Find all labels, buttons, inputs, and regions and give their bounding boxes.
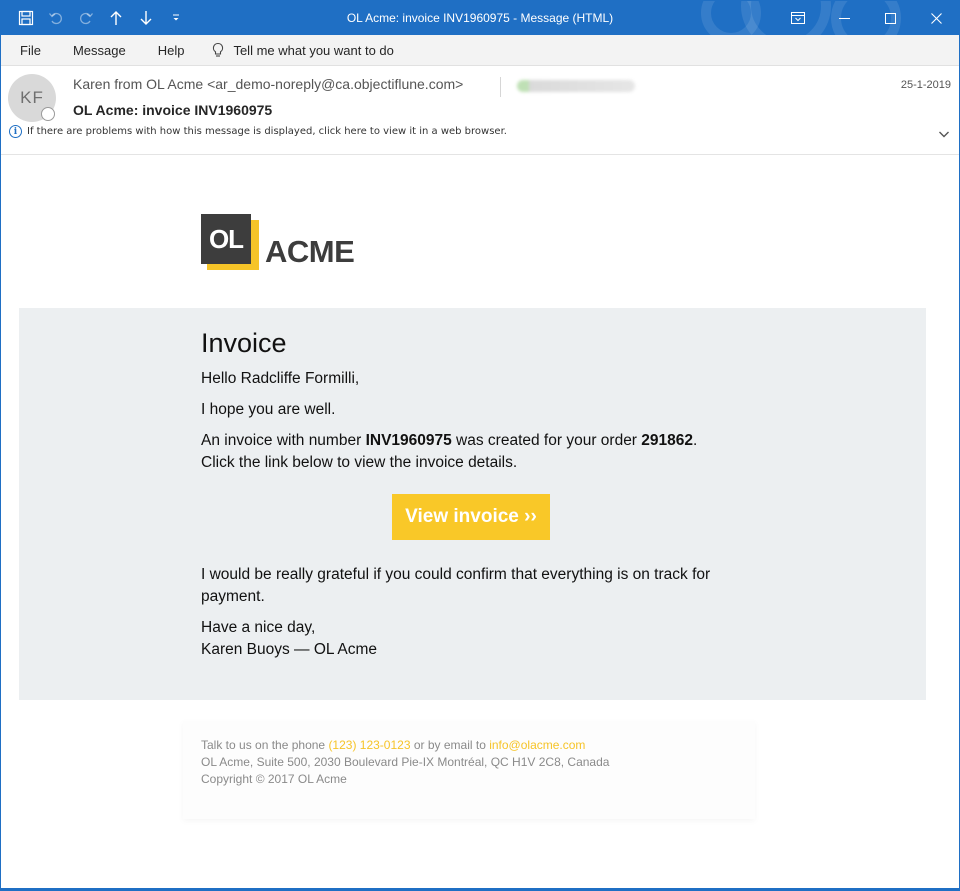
invoice-info-post: .	[693, 432, 698, 449]
logo-accent-vertical	[251, 220, 259, 270]
invoice-content: Invoice Hello Radcliffe Formilli, I hope…	[201, 326, 741, 670]
ol-acme-logo: OL ACME	[201, 214, 361, 272]
sender-name[interactable]: Karen from OL Acme <ar_demo-noreply@ca.o…	[73, 76, 463, 92]
grateful-line: I would be really grateful if you could …	[201, 566, 711, 605]
redo-icon	[80, 12, 93, 25]
next-item-button[interactable]	[131, 1, 161, 35]
info-icon: i	[9, 125, 22, 138]
info-bar-text: If there are problems with how this mess…	[27, 126, 507, 137]
customize-toolbar-button[interactable]	[161, 1, 191, 35]
info-bar[interactable]: i If there are problems with how this me…	[9, 125, 507, 138]
recipient-blurred[interactable]	[517, 80, 635, 92]
tell-me-search[interactable]: Tell me what you want to do	[211, 35, 394, 66]
title-bar: OL Acme: invoice INV1960975 - Message (H…	[1, 1, 959, 35]
footer-contact: Talk to us on the phone (123) 123-0123 o…	[201, 737, 755, 754]
received-date: 25-1-2019	[900, 79, 951, 91]
minimize-button[interactable]	[821, 1, 867, 35]
tell-me-label: Tell me what you want to do	[233, 42, 394, 58]
chevron-down-icon[interactable]	[937, 127, 951, 141]
quick-access-toolbar	[11, 1, 191, 35]
close-icon	[930, 12, 942, 24]
closing-line: Have a nice day,	[201, 619, 316, 636]
undo-button[interactable]	[41, 1, 71, 35]
redo-button[interactable]	[71, 1, 101, 35]
invoice-link-instructions: Click the link below to view the invoice…	[201, 454, 518, 471]
undo-icon	[49, 12, 62, 25]
invoice-info-pre: An invoice with number	[201, 432, 366, 449]
invoice-panel: Invoice Hello Radcliffe Formilli, I hope…	[19, 308, 926, 700]
logo-box: OL	[201, 214, 251, 264]
window-controls	[775, 1, 959, 35]
menu-file[interactable]: File	[1, 35, 54, 66]
message-subject: OL Acme: invoice INV1960975	[73, 102, 273, 118]
footer-email-link[interactable]: info@olacme.com	[489, 738, 585, 752]
logo-text: ACME	[265, 234, 355, 269]
footer-copyright: Copyright © 2017 OL Acme	[201, 772, 347, 786]
email-footer: Talk to us on the phone (123) 123-0123 o…	[183, 721, 755, 819]
close-button[interactable]	[913, 1, 959, 35]
invoice-info: An invoice with number INV1960975 was cr…	[201, 430, 741, 474]
message-header: KF Karen from OL Acme <ar_demo-noreply@c…	[1, 67, 959, 155]
footer-phone-label: Talk to us on the phone	[201, 738, 329, 752]
maximize-button[interactable]	[867, 1, 913, 35]
menu-help[interactable]: Help	[139, 35, 198, 66]
maximize-icon	[884, 12, 896, 24]
header-divider	[500, 77, 501, 97]
previous-item-button[interactable]	[101, 1, 131, 35]
order-number: 291862	[641, 432, 694, 449]
ribbon-display-options-button[interactable]	[775, 1, 821, 35]
invoice-heading: Invoice	[201, 328, 287, 358]
view-invoice-button[interactable]: View invoice ››	[392, 494, 550, 540]
presence-status-icon	[41, 107, 55, 121]
minimize-icon	[838, 17, 850, 19]
arrow-down-icon	[140, 11, 152, 25]
save-icon	[18, 10, 34, 26]
outlook-message-window: OL Acme: invoice INV1960975 - Message (H…	[0, 0, 960, 891]
logo-accent-horizontal	[207, 264, 259, 270]
lightbulb-icon	[213, 42, 224, 57]
dropdown-icon	[173, 14, 179, 21]
arrow-up-icon	[110, 11, 122, 25]
invoice-number: INV1960975	[365, 432, 452, 449]
menu-message[interactable]: Message	[54, 35, 139, 66]
signature: Karen Buoys — OL Acme	[201, 641, 378, 658]
hope-line: I hope you are well.	[201, 401, 336, 418]
footer-address: OL Acme, Suite 500, 2030 Boulevard Pie-I…	[201, 755, 610, 769]
window-bottom-border	[1, 888, 959, 890]
button-wrapper: View invoice ››	[201, 494, 741, 540]
avatar-initials: KF	[20, 88, 44, 107]
signoff: Have a nice day, Karen Buoys — OL Acme	[201, 617, 741, 661]
invoice-info-mid: was created for your order	[451, 432, 642, 449]
ribbon-options-icon	[791, 12, 805, 24]
menu-bar: File Message Help Tell me what you want …	[1, 35, 959, 66]
message-body: OL ACME Invoice Hello Radcliffe Formilli…	[1, 156, 959, 890]
save-button[interactable]	[11, 1, 41, 35]
footer-phone-link[interactable]: (123) 123-0123	[328, 738, 410, 752]
footer-email-label: or by email to	[410, 738, 490, 752]
greeting: Hello Radcliffe Formilli,	[201, 370, 360, 387]
